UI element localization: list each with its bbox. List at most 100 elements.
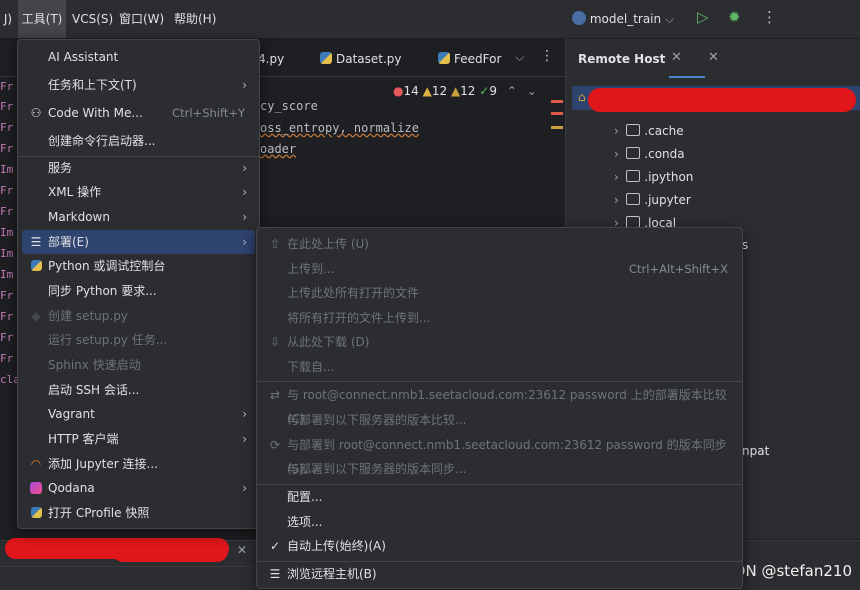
code-line[interactable]: cy_score bbox=[260, 99, 318, 113]
prev-highlight-icon[interactable]: ⌃ bbox=[507, 84, 517, 98]
menu-item-upload-open-files-to[interactable]: 将所有打开的文件上传到... bbox=[261, 306, 738, 330]
tab-feedfor-label: FeedFor bbox=[454, 52, 502, 66]
debug-icon[interactable]: ✹ bbox=[728, 8, 741, 26]
menu-item-auto-upload[interactable]: ✓ 自动上传(始终)(A) bbox=[261, 534, 738, 558]
menu-vcs[interactable]: VCS(S) bbox=[72, 0, 113, 38]
menu-separator bbox=[257, 381, 742, 382]
chevron-right-icon: › bbox=[242, 432, 247, 446]
tree-item[interactable]: › .ipython bbox=[614, 166, 693, 188]
menu-item-browse-remote[interactable]: ☰ 浏览远程主机(B) bbox=[261, 562, 738, 586]
weak-warning-icon: ▲ bbox=[450, 84, 461, 98]
inspection-widget[interactable]: ●14 ▲12 ▲12 ✓9 ⌃ ⌄ bbox=[393, 82, 537, 100]
partial-text: npat bbox=[742, 444, 770, 458]
folder-icon bbox=[626, 170, 641, 182]
menu-item-vagrant[interactable]: Vagrant › bbox=[22, 402, 255, 426]
menu-item-upload-open-files-here[interactable]: 上传此处所有打开的文件 bbox=[261, 281, 738, 305]
folder-icon bbox=[626, 193, 641, 205]
tab-feedfor[interactable]: FeedFor bbox=[438, 42, 501, 76]
close-tab-icon[interactable]: ✕ bbox=[671, 50, 682, 65]
upload-icon: ⇧ bbox=[269, 237, 281, 251]
menu-item-tasks[interactable]: 任务和上下文(T) › bbox=[22, 73, 255, 97]
run-config-selector[interactable]: model_train ⌵ bbox=[572, 8, 674, 30]
folder-icon bbox=[626, 147, 641, 159]
python-icon bbox=[572, 11, 586, 25]
menu-item-add-jupyter[interactable]: ◠ 添加 Jupyter 连接... bbox=[22, 452, 255, 476]
menu-prev-fragment[interactable]: J) bbox=[0, 0, 16, 38]
menu-item-upload-to[interactable]: 上传到... Ctrl+Alt+Shift+X bbox=[261, 257, 738, 281]
menu-item-upload-here[interactable]: ⇧ 在此处上传 (U) bbox=[261, 232, 738, 256]
python-icon bbox=[28, 254, 44, 278]
tree-item[interactable]: › .cache bbox=[614, 120, 684, 142]
run-icon[interactable]: ▷ bbox=[697, 8, 709, 26]
next-highlight-icon[interactable]: ⌄ bbox=[527, 84, 537, 98]
menu-item-download-from[interactable]: 下载自... bbox=[261, 355, 738, 379]
menu-item-sync-with[interactable]: 与部署到以下服务器的版本同步... bbox=[261, 457, 738, 481]
gutter-keyword: Fr bbox=[0, 289, 14, 302]
gutter-keyword: Fr bbox=[0, 352, 14, 365]
menu-item-sphinx[interactable]: Sphinx 快速启动 bbox=[22, 353, 255, 377]
check-icon: ✓ bbox=[269, 539, 281, 553]
chevron-right-icon: › bbox=[242, 78, 247, 92]
menu-item-create-setup[interactable]: ◆ 创建 setup.py bbox=[22, 304, 255, 328]
warning-icon: ▲ bbox=[422, 84, 432, 98]
download-icon: ⇩ bbox=[269, 335, 281, 349]
more-icon[interactable]: ⋮ bbox=[762, 8, 777, 26]
warning-stripe-mark[interactable] bbox=[551, 126, 563, 129]
menu-item-options[interactable]: 选项... bbox=[261, 510, 738, 534]
gutter-keyword: Im bbox=[0, 247, 14, 260]
menu-item-sync-deployed[interactable]: ⟳ 与部署到 root@connect.nmb1.seetacloud.com:2… bbox=[261, 433, 738, 476]
python-icon bbox=[28, 501, 44, 525]
menu-item-services[interactable]: 服务 › bbox=[22, 156, 255, 180]
gutter-keyword: Im bbox=[0, 226, 14, 239]
menu-item-download-here[interactable]: ⇩ 从此处下载 (D) bbox=[261, 330, 738, 354]
tab-underline bbox=[669, 76, 705, 78]
menu-item-markdown[interactable]: Markdown › bbox=[22, 205, 255, 229]
menu-item-ssh-session[interactable]: 启动 SSH 会话... bbox=[22, 378, 255, 402]
tabs-overflow-icon[interactable]: ⌵ bbox=[515, 50, 524, 65]
menu-item-code-with-me[interactable]: ⚇ Code With Me... Ctrl+Shift+Y bbox=[22, 101, 255, 125]
gutter-keyword: Fr bbox=[0, 205, 14, 218]
gutter-keyword: Fr bbox=[0, 310, 14, 323]
menu-item-create-launcher[interactable]: 创建命令行启动器... bbox=[22, 129, 255, 153]
sync-icon: ⟳ bbox=[269, 438, 281, 452]
menu-window[interactable]: 窗口(W) bbox=[119, 0, 164, 38]
error-stripe-mark[interactable] bbox=[551, 112, 563, 115]
tree-item[interactable]: › .conda bbox=[614, 143, 685, 165]
divider bbox=[0, 566, 254, 567]
menu-item-cprofile[interactable]: 打开 CProfile 快照 bbox=[22, 501, 255, 525]
tree-item[interactable]: › .jupyter bbox=[614, 189, 691, 211]
tab-dataset[interactable]: Dataset.py bbox=[320, 42, 402, 76]
menu-tools[interactable]: 工具(T) bbox=[18, 0, 66, 38]
menu-item-ai-assistant[interactable]: AI Assistant bbox=[22, 45, 255, 69]
menu-item-compare-with[interactable]: 与部署到以下服务器的版本比较... bbox=[261, 408, 738, 432]
menu-item-configuration[interactable]: 配置... bbox=[261, 485, 738, 509]
menu-item-run-setup[interactable]: 运行 setup.py 任务... bbox=[22, 328, 255, 352]
lock-icon: ⌂ bbox=[578, 90, 586, 104]
deployment-submenu: ⇧ 在此处上传 (U) 上传到... Ctrl+Alt+Shift+X 上传此处所有… bbox=[256, 227, 743, 589]
close-panel-icon[interactable]: ✕ bbox=[708, 50, 719, 65]
remote-host-title[interactable]: Remote Host bbox=[578, 52, 665, 66]
menu-item-qodana[interactable]: Qodana › bbox=[22, 476, 255, 500]
code-line[interactable]: oader bbox=[260, 142, 296, 156]
menu-item-compare-deployed[interactable]: ⇄ 与 root@connect.nmb1.seetacloud.com:2361… bbox=[261, 383, 738, 426]
chevron-right-icon: › bbox=[614, 170, 619, 184]
gutter-keyword: cla bbox=[0, 373, 20, 386]
gutter-keyword: Fr bbox=[0, 142, 14, 155]
jupyter-icon: ◠ bbox=[30, 457, 42, 471]
code-line[interactable]: oss_entropy, normalize bbox=[260, 121, 419, 135]
gutter-keyword: Im bbox=[0, 163, 14, 176]
menu-item-http-client[interactable]: HTTP 客户端 › bbox=[22, 427, 255, 451]
chevron-right-icon: › bbox=[242, 481, 247, 495]
user-icon: ⚇ bbox=[30, 106, 42, 120]
menu-item-deployment[interactable]: ☰ 部署(E) › bbox=[22, 230, 255, 254]
close-icon[interactable]: ✕ bbox=[237, 543, 247, 557]
menu-item-xml[interactable]: XML 操作 › bbox=[22, 180, 255, 204]
gutter-keyword: Fr bbox=[0, 331, 14, 344]
menu-item-sync-requirements[interactable]: 同步 Python 要求... bbox=[22, 279, 255, 303]
menu-item-python-console[interactable]: Python 或调试控制台 bbox=[22, 254, 255, 278]
qodana-icon bbox=[28, 476, 44, 500]
tab-partial[interactable]: 4.py bbox=[258, 42, 284, 76]
menu-help[interactable]: 帮助(H) bbox=[174, 0, 216, 38]
tabs-more-icon[interactable]: ⋮ bbox=[540, 48, 554, 64]
error-stripe-mark[interactable] bbox=[551, 100, 563, 103]
